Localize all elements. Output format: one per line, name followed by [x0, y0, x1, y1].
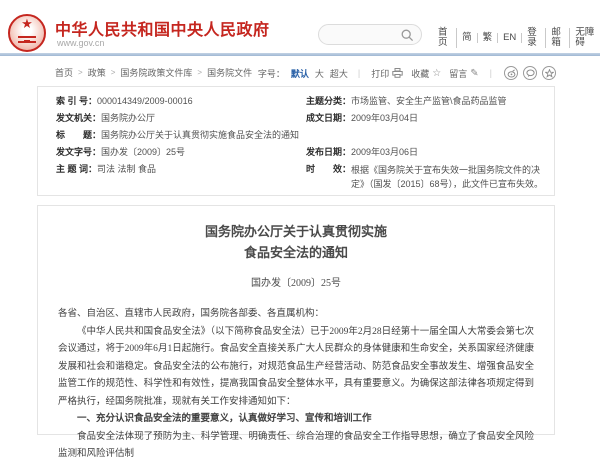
meta-value: 000014349/2009-00016 — [97, 95, 193, 107]
breadcrumb-item-state-council-docs[interactable]: 国务院文件 — [207, 66, 252, 79]
meta-row-title: 标 题： 国务院办公厅关于认真贯彻实施食品安全法的通知 — [56, 129, 536, 141]
print-label: 打印 — [371, 67, 389, 80]
meta-label: 发文机关： — [56, 112, 101, 124]
meta-row-publish-date: 发布日期： 2009年03月06日 — [306, 146, 551, 158]
header-nav: 首页 简 繁 EN 登录 邮箱 无障碍 — [433, 28, 600, 48]
meta-value: 国办发〔2009〕25号 — [101, 146, 185, 158]
site-url: www.gov.cn — [57, 38, 104, 48]
meta-value: 2009年03月04日 — [351, 112, 418, 124]
nav-link-mailbox[interactable]: 邮箱 — [546, 28, 570, 48]
print-button[interactable]: 打印 — [371, 67, 403, 80]
toolbar-divider: | — [490, 68, 492, 78]
font-size-label: 字号： — [258, 67, 285, 80]
meta-value: 根据《国务院关于宣布失效一批国务院文件的决定》（国发〔2015〕68号），此文件… — [351, 163, 548, 191]
favorite-button[interactable]: 收藏 ☆ — [411, 67, 441, 80]
meta-label: 标 题： — [56, 129, 101, 141]
document-title-line1: 国务院办公厅关于认真贯彻实施 — [38, 221, 554, 242]
document-paragraph-salutation: 各省、自治区、直辖市人民政府，国务院各部委、各直属机构： — [58, 306, 534, 324]
search-box — [318, 24, 422, 45]
search-icon[interactable] — [401, 29, 414, 42]
meta-value: 市场监管、安全生产监管\食品药品监管 — [351, 95, 507, 107]
nav-link-traditional[interactable]: 繁 — [478, 33, 499, 43]
article-toolbar: 字号： 默认 大 超大 | 打印 收藏 ☆ 留言 ✎ | — [258, 66, 556, 80]
meta-label: 发文字号： — [56, 146, 101, 158]
national-emblem-logo: ★ — [8, 14, 46, 52]
document-title-line2: 食品安全法的通知 — [38, 242, 554, 263]
wechat-share-icon[interactable] — [523, 66, 537, 80]
font-size-xlarge-button[interactable]: 超大 — [330, 67, 348, 80]
document-paragraph-intro: 《中华人民共和国食品安全法》（以下简称食品安全法）已于2009年2月28日经第十… — [58, 324, 534, 412]
font-size-large-button[interactable]: 大 — [315, 67, 324, 80]
comment-label: 留言 — [449, 67, 467, 80]
breadcrumb-item-policy[interactable]: 政策 — [88, 66, 106, 79]
more-share-icon[interactable] — [542, 66, 556, 80]
meta-row-issuing-agency: 发文机关： 国务院办公厅 — [56, 112, 301, 124]
document-paragraph-heading-1: 一、充分认识食品安全法的重要意义，认真做好学习、宣传和培训工作 — [58, 411, 534, 429]
nav-link-simplified[interactable]: 简 — [457, 33, 478, 43]
meta-value: 国务院办公厅关于认真贯彻实施食品安全法的通知 — [101, 129, 299, 141]
search-input[interactable] — [329, 27, 401, 43]
document-title: 国务院办公厅关于认真贯彻实施 食品安全法的通知 — [38, 221, 554, 263]
nav-link-accessibility[interactable]: 无障碍 — [570, 28, 600, 48]
font-size-default-button[interactable]: 默认 — [291, 67, 309, 80]
favorite-label: 收藏 — [411, 67, 429, 80]
meta-value: 2009年03月06日 — [351, 146, 418, 158]
nav-link-login[interactable]: 登录 — [522, 28, 546, 48]
meta-row-written-date: 成文日期： 2009年03月04日 — [306, 112, 551, 124]
meta-value: 国务院办公厅 — [101, 112, 155, 124]
meta-label: 索 引 号： — [56, 95, 97, 107]
meta-row-subject-words: 主 题 词： 司法 法制 食品 — [56, 163, 301, 175]
comment-button[interactable]: 留言 ✎ — [449, 67, 478, 80]
meta-row-validity: 时 效： 根据《国务院关于宣布失效一批国务院文件的决定》（国发〔2015〕68号… — [306, 163, 548, 191]
document-paragraph-body: 食品安全法体现了预防为主、科学管理、明确责任、综合治理的食品安全工作指导思想，确… — [58, 429, 534, 464]
breadcrumb-item-home[interactable]: 首页 — [55, 66, 73, 79]
meta-label: 成文日期： — [306, 112, 351, 124]
emblem-star-icon: ★ — [10, 17, 44, 31]
breadcrumb-toolbar-row: 首页 > 政策 > 国务院政策文件库 > 国务院文件 字号： 默认 大 超大 |… — [0, 63, 600, 81]
meta-row-index-number: 索 引 号： 000014349/2009-00016 — [56, 95, 301, 107]
meta-value: 司法 法制 食品 — [97, 163, 156, 175]
breadcrumb-item-policy-library[interactable]: 国务院政策文件库 — [120, 66, 192, 79]
breadcrumb-separator: > — [197, 68, 202, 77]
meta-label: 主 题 词： — [56, 163, 97, 175]
site-header: ★ 中华人民共和国中央人民政府 www.gov.cn 首页 简 繁 EN 登录 … — [0, 0, 600, 54]
meta-label: 发布日期： — [306, 146, 351, 158]
document-content: 国务院办公厅关于认真贯彻实施 食品安全法的通知 国办发〔2009〕25号 各省、… — [37, 205, 555, 435]
meta-label: 主题分类： — [306, 95, 351, 107]
nav-link-english[interactable]: EN — [498, 33, 522, 43]
breadcrumb-separator: > — [111, 68, 116, 77]
star-icon: ☆ — [432, 68, 441, 79]
meta-row-topic-category: 主题分类： 市场监管、安全生产监管\食品药品监管 — [306, 95, 551, 107]
toolbar-divider: | — [358, 68, 360, 78]
site-title: 中华人民共和国中央人民政府 — [55, 16, 270, 40]
meta-label: 时 效： — [306, 163, 351, 191]
header-divider — [0, 53, 600, 56]
emblem-gate-icon — [18, 36, 36, 43]
nav-link-home[interactable]: 首页 — [433, 28, 457, 48]
printer-icon — [392, 68, 403, 78]
document-number: 国办发〔2009〕25号 — [38, 274, 554, 289]
document-body: 各省、自治区、直辖市人民政府，国务院各部委、各直属机构： 《中华人民共和国食品安… — [58, 306, 534, 464]
pencil-icon: ✎ — [470, 68, 478, 79]
meta-row-doc-number: 发文字号： 国办发〔2009〕25号 — [56, 146, 301, 158]
breadcrumb: 首页 > 政策 > 国务院政策文件库 > 国务院文件 — [55, 66, 252, 79]
weibo-share-icon[interactable] — [504, 66, 518, 80]
document-meta-table: 索 引 号： 000014349/2009-00016 发文机关： 国务院办公厅… — [37, 86, 555, 196]
breadcrumb-separator: > — [78, 68, 83, 77]
